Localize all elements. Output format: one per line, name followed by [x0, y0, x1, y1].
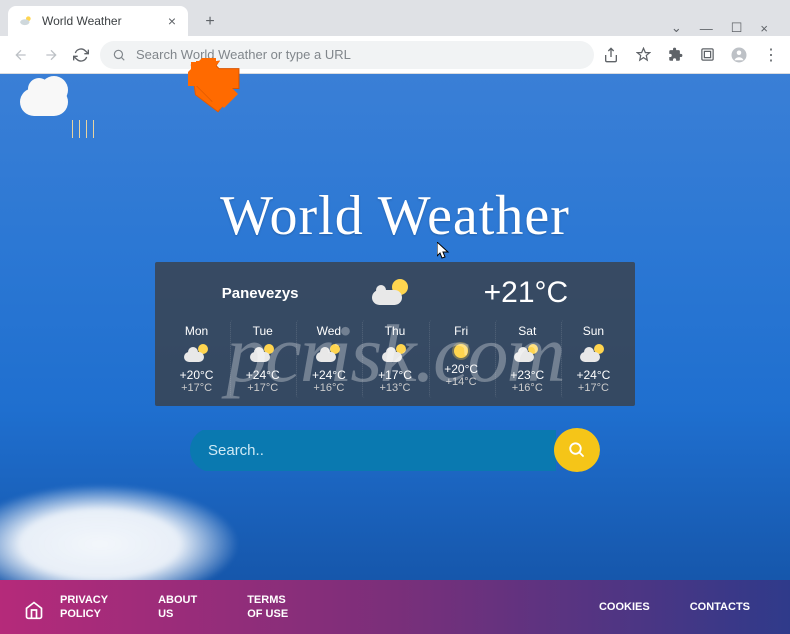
menu-icon[interactable]: ⋮	[762, 46, 780, 64]
tab-close-icon[interactable]: ×	[166, 11, 178, 31]
omnibox-placeholder: Search World Weather or type a URL	[136, 47, 351, 62]
forecast-high: +20°C	[432, 362, 491, 376]
forecast-day-name: Thu	[365, 324, 424, 338]
forecast-low: +14°C	[432, 376, 491, 388]
current-temp: +21°C	[484, 276, 569, 310]
forecast-day-name: Mon	[167, 324, 226, 338]
footer-links-left: PRIVACY POLICY ABOUT US TERMS OF USE	[60, 593, 288, 622]
footer-link-terms[interactable]: TERMS OF USE	[247, 593, 288, 622]
browser-tab[interactable]: World Weather ×	[8, 6, 188, 36]
sun-cloud-icon	[250, 344, 276, 364]
forecast-row: Mon+20°C+17°CTue+24°C+17°CWed+24°C+16°CT…	[165, 320, 625, 398]
page-search-input[interactable]	[190, 430, 556, 471]
forecast-high: +17°C	[365, 368, 424, 382]
sun-cloud-icon	[580, 344, 606, 364]
forecast-high: +23°C	[498, 368, 557, 382]
forecast-day-name: Wed	[299, 324, 358, 338]
forecast-high: +20°C	[167, 368, 226, 382]
weather-widget: Panevezys +21°C Mon+20°C+17°CTue+24°C+17…	[155, 262, 635, 406]
page-content: World Weather Panevezys +21°C Mon+20°C+1…	[0, 74, 790, 634]
chevron-down-icon[interactable]: ⌄	[671, 20, 682, 36]
forecast-day[interactable]: Sat +23°C+16°C	[495, 320, 559, 398]
forecast-high: +24°C	[233, 368, 292, 382]
footer: PRIVACY POLICY ABOUT US TERMS OF USE COO…	[0, 580, 790, 634]
share-icon[interactable]	[602, 46, 620, 64]
sun-cloud-icon	[316, 344, 342, 364]
maximize-icon[interactable]: ☐	[731, 20, 743, 36]
footer-links-right: COOKIES CONTACTS	[599, 600, 750, 614]
profile-icon[interactable]	[730, 46, 748, 64]
forecast-low: +17°C	[564, 382, 623, 394]
close-icon[interactable]: ×	[760, 21, 768, 36]
extensions-icon[interactable]	[666, 46, 684, 64]
forecast-day[interactable]: Sun +24°C+17°C	[561, 320, 625, 398]
page-search-button[interactable]	[554, 428, 600, 472]
reading-list-icon[interactable]	[698, 46, 716, 64]
decor-rain-icon	[72, 120, 94, 138]
forecast-day-name: Fri	[432, 324, 491, 338]
back-button[interactable]	[10, 44, 32, 66]
forecast-low: +16°C	[299, 382, 358, 394]
forward-button[interactable]	[40, 44, 62, 66]
footer-link-cookies[interactable]: COOKIES	[599, 600, 650, 614]
brand-title: World Weather	[0, 184, 790, 248]
forecast-day[interactable]: Mon +20°C+17°C	[165, 320, 228, 398]
forecast-high: +24°C	[564, 368, 623, 382]
decor-cloud-icon	[20, 74, 68, 92]
page-search-bar	[190, 428, 600, 472]
home-icon[interactable]	[24, 600, 44, 620]
forecast-low: +17°C	[167, 382, 226, 394]
forecast-day[interactable]: Tue +24°C+17°C	[230, 320, 294, 398]
footer-link-about[interactable]: ABOUT US	[158, 593, 197, 622]
sun-cloud-icon	[382, 344, 408, 364]
footer-link-privacy[interactable]: PRIVACY POLICY	[60, 593, 108, 622]
minimize-icon[interactable]: —	[700, 21, 713, 36]
search-icon	[568, 441, 586, 459]
forecast-low: +17°C	[233, 382, 292, 394]
tab-bar: World Weather × + ⌄ — ☐ ×	[0, 0, 790, 36]
toolbar-icons: ⋮	[602, 46, 780, 64]
forecast-day[interactable]: Thu +17°C+13°C	[362, 320, 426, 398]
sun-icon	[454, 344, 468, 358]
tab-title: World Weather	[42, 14, 122, 28]
forecast-low: +16°C	[498, 382, 557, 394]
forecast-day-name: Tue	[233, 324, 292, 338]
browser-chrome: World Weather × + ⌄ — ☐ × Search World W…	[0, 0, 790, 74]
current-city: Panevezys	[222, 285, 299, 302]
forecast-day-name: Sat	[498, 324, 557, 338]
current-weather-icon	[372, 279, 410, 307]
address-bar: Search World Weather or type a URL ⋮	[0, 36, 790, 74]
sun-cloud-icon	[514, 344, 540, 364]
star-icon[interactable]	[634, 46, 652, 64]
forecast-low: +13°C	[365, 382, 424, 394]
forecast-day-name: Sun	[564, 324, 623, 338]
tab-favicon-icon	[18, 13, 34, 29]
forecast-day[interactable]: Fri +20°C+14°C	[429, 320, 493, 398]
search-icon	[112, 48, 126, 62]
current-weather: Panevezys +21°C	[165, 276, 625, 320]
new-tab-button[interactable]: +	[196, 8, 224, 36]
omnibox[interactable]: Search World Weather or type a URL	[100, 41, 594, 69]
reload-button[interactable]	[70, 44, 92, 66]
forecast-high: +24°C	[299, 368, 358, 382]
forecast-day[interactable]: Wed +24°C+16°C	[296, 320, 360, 398]
window-controls: ⌄ — ☐ ×	[671, 20, 782, 36]
footer-link-contacts[interactable]: CONTACTS	[690, 600, 750, 614]
sun-cloud-icon	[184, 344, 210, 364]
